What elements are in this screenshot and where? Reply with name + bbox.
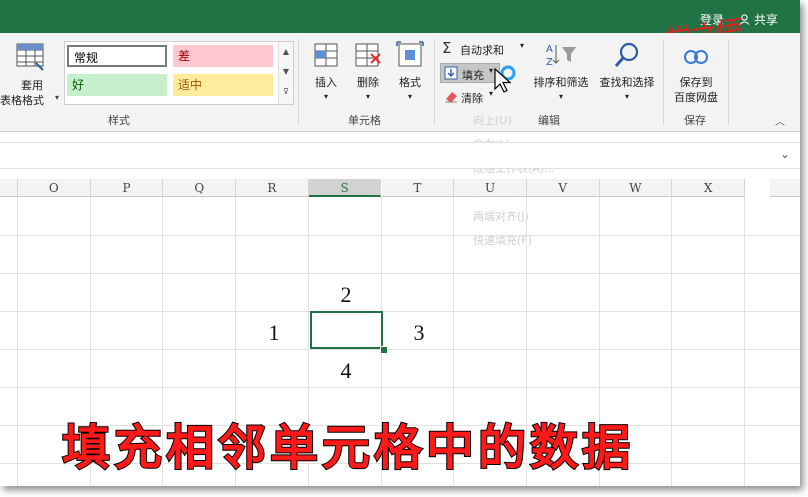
column-header-s[interactable]: S [308,179,382,197]
style-normal[interactable]: 常规 [67,45,167,67]
eraser-icon [445,92,457,103]
autosum-label: 自动求和 [460,44,504,57]
sigma-icon: Σ [442,39,452,57]
fill-label: 填充 [462,69,484,82]
format-as-table-button[interactable]: 套用 表格格式 [0,37,62,107]
grid-row-line [0,235,800,236]
cell-r-left[interactable]: 1 [238,320,310,346]
column-header-t[interactable]: T [381,179,455,197]
chevron-down-icon: ▾ [520,41,525,50]
delete-cells-icon [355,43,381,67]
formula-bar[interactable]: ⌄ [0,142,800,169]
scroll-down-icon[interactable]: ▼ [279,62,293,82]
column-header-partial[interactable] [0,179,18,197]
save-to-line1: 保存到 [679,76,713,89]
group-separator [298,39,299,125]
find-select-button[interactable]: 查找和选择 ▾ [596,39,658,109]
clear-label: 清除 [461,92,483,105]
insert-label: 插入 [315,76,337,89]
column-header-u[interactable]: U [454,179,527,197]
cell-styles-gallery[interactable]: 常规 差 好 适中 ▲ ▼ ⊽ [64,41,294,105]
style-good[interactable]: 好 [67,74,167,96]
sort-filter-icon: A Z [546,44,576,68]
autosum-button[interactable]: Σ 自动求和 ▾ [440,39,530,58]
sort-filter-label: 排序和筛选 [533,76,589,89]
tutorial-caption: 填充相邻单元格中的数据 [61,419,635,477]
chevron-down-icon: ▾ [55,93,60,102]
table-format-icon [16,43,44,71]
expand-formula-bar-icon[interactable]: ⌄ [780,147,790,161]
gallery-scroll[interactable]: ▲ ▼ ⊽ [278,42,293,104]
cell-s-below[interactable]: 4 [310,358,382,384]
find-select-label: 查找和选择 [599,76,655,89]
style-neutral[interactable]: 适中 [173,74,273,96]
person-icon [739,14,750,25]
column-header-w[interactable]: W [599,179,673,197]
format-table-line1: 套用 [21,79,43,92]
chevron-down-icon: ▾ [323,92,328,101]
column-header-overflow[interactable] [770,179,800,197]
fill-down-icon [444,66,458,80]
cells-group-label: 单元格 [348,114,381,127]
column-header-p[interactable]: P [90,179,164,197]
grid-row-line [0,311,800,312]
column-header-v[interactable]: V [526,179,600,197]
search-icon [614,42,639,67]
excel-window: 登录 共享 学之悟 套用 表格格式 ▾ [0,0,800,486]
grid-row-line [0,349,800,350]
clear-button[interactable]: 清除 ▾ [440,88,510,106]
insert-button[interactable]: 插入 ▾ [308,39,344,109]
chevron-down-icon: ▾ [489,89,494,98]
scroll-up-icon[interactable]: ▲ [279,42,293,62]
title-bar: 登录 共享 学之悟 [0,0,800,58]
group-separator [434,39,435,125]
share-label: 共享 [753,13,778,27]
grid-row-line [0,273,800,274]
column-header-q[interactable]: Q [163,179,237,197]
delete-button[interactable]: 删除 ▾ [350,39,386,109]
chevron-down-icon: ▾ [365,92,370,101]
chevron-down-icon: ▾ [407,92,412,101]
format-button[interactable]: 格式 ▾ [392,39,428,109]
chevron-down-icon: ▾ [558,92,563,101]
ribbon: 套用 表格格式 ▾ 常规 差 好 适中 ▲ ▼ ⊽ 样式 插入 ▾ 删除 ▾ 格… [0,33,800,132]
grid-row-line [0,387,800,388]
menu-item-justify[interactable]: 两端对齐(J) [473,208,529,224]
insert-cells-icon [314,43,338,67]
fill-handle[interactable] [380,346,388,354]
sort-filter-button[interactable]: A Z 排序和筛选 ▾ [530,39,592,109]
group-separator [663,39,664,125]
group-separator [728,39,729,125]
share-button[interactable]: 共享 [739,11,778,28]
column-header-x[interactable]: X [672,179,745,197]
svg-text:Z: Z [546,57,553,68]
save-to-baidu-button[interactable]: 保存到 百度网盘 [668,39,724,109]
grid-column-line [17,197,18,486]
cell-s-above[interactable]: 2 [310,282,382,308]
style-bad[interactable]: 差 [173,45,273,67]
menu-item-up[interactable]: 向上(U) [473,112,512,128]
format-label: 格式 [399,76,421,89]
styles-group-label: 样式 [108,114,130,127]
selected-cell[interactable] [310,311,383,349]
svg-text:A: A [546,44,553,55]
column-header-o[interactable]: O [18,179,91,197]
save-group-label: 保存 [684,114,706,127]
collapse-ribbon-icon[interactable]: ︿ [775,113,785,128]
gallery-more-icon[interactable]: ⊽ [279,82,293,102]
save-to-line2: 百度网盘 [674,91,718,104]
format-cells-icon [396,41,424,67]
cloud-icon [684,50,708,64]
delete-label: 删除 [357,76,379,89]
chevron-down-icon: ▾ [624,92,629,101]
cell-t-right[interactable]: 3 [383,320,455,346]
column-header-r[interactable]: R [236,179,309,197]
